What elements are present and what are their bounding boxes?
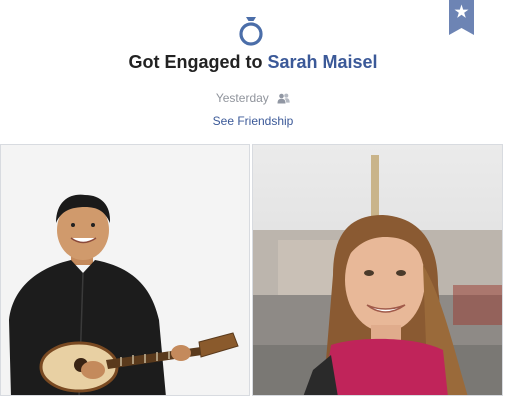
see-friendship-link[interactable]: See Friendship bbox=[213, 114, 294, 128]
man-with-ukulele-photo[interactable] bbox=[0, 144, 250, 396]
star-bookmark-icon[interactable] bbox=[449, 0, 474, 35]
friends-icon[interactable] bbox=[277, 93, 290, 104]
event-meta: Yesterday bbox=[0, 91, 506, 105]
event-headline: Got Engaged to Sarah Maisel bbox=[0, 52, 506, 73]
see-friendship: See Friendship bbox=[0, 114, 506, 128]
timestamp[interactable]: Yesterday bbox=[216, 91, 269, 105]
partner-name-link[interactable]: Sarah Maisel bbox=[267, 52, 377, 72]
life-event-card: Got Engaged to Sarah Maisel Yesterday Se… bbox=[0, 0, 506, 402]
engagement-ring-icon bbox=[236, 14, 266, 48]
woman-portrait-photo[interactable] bbox=[252, 144, 503, 396]
event-title: Got Engaged to bbox=[128, 52, 268, 72]
